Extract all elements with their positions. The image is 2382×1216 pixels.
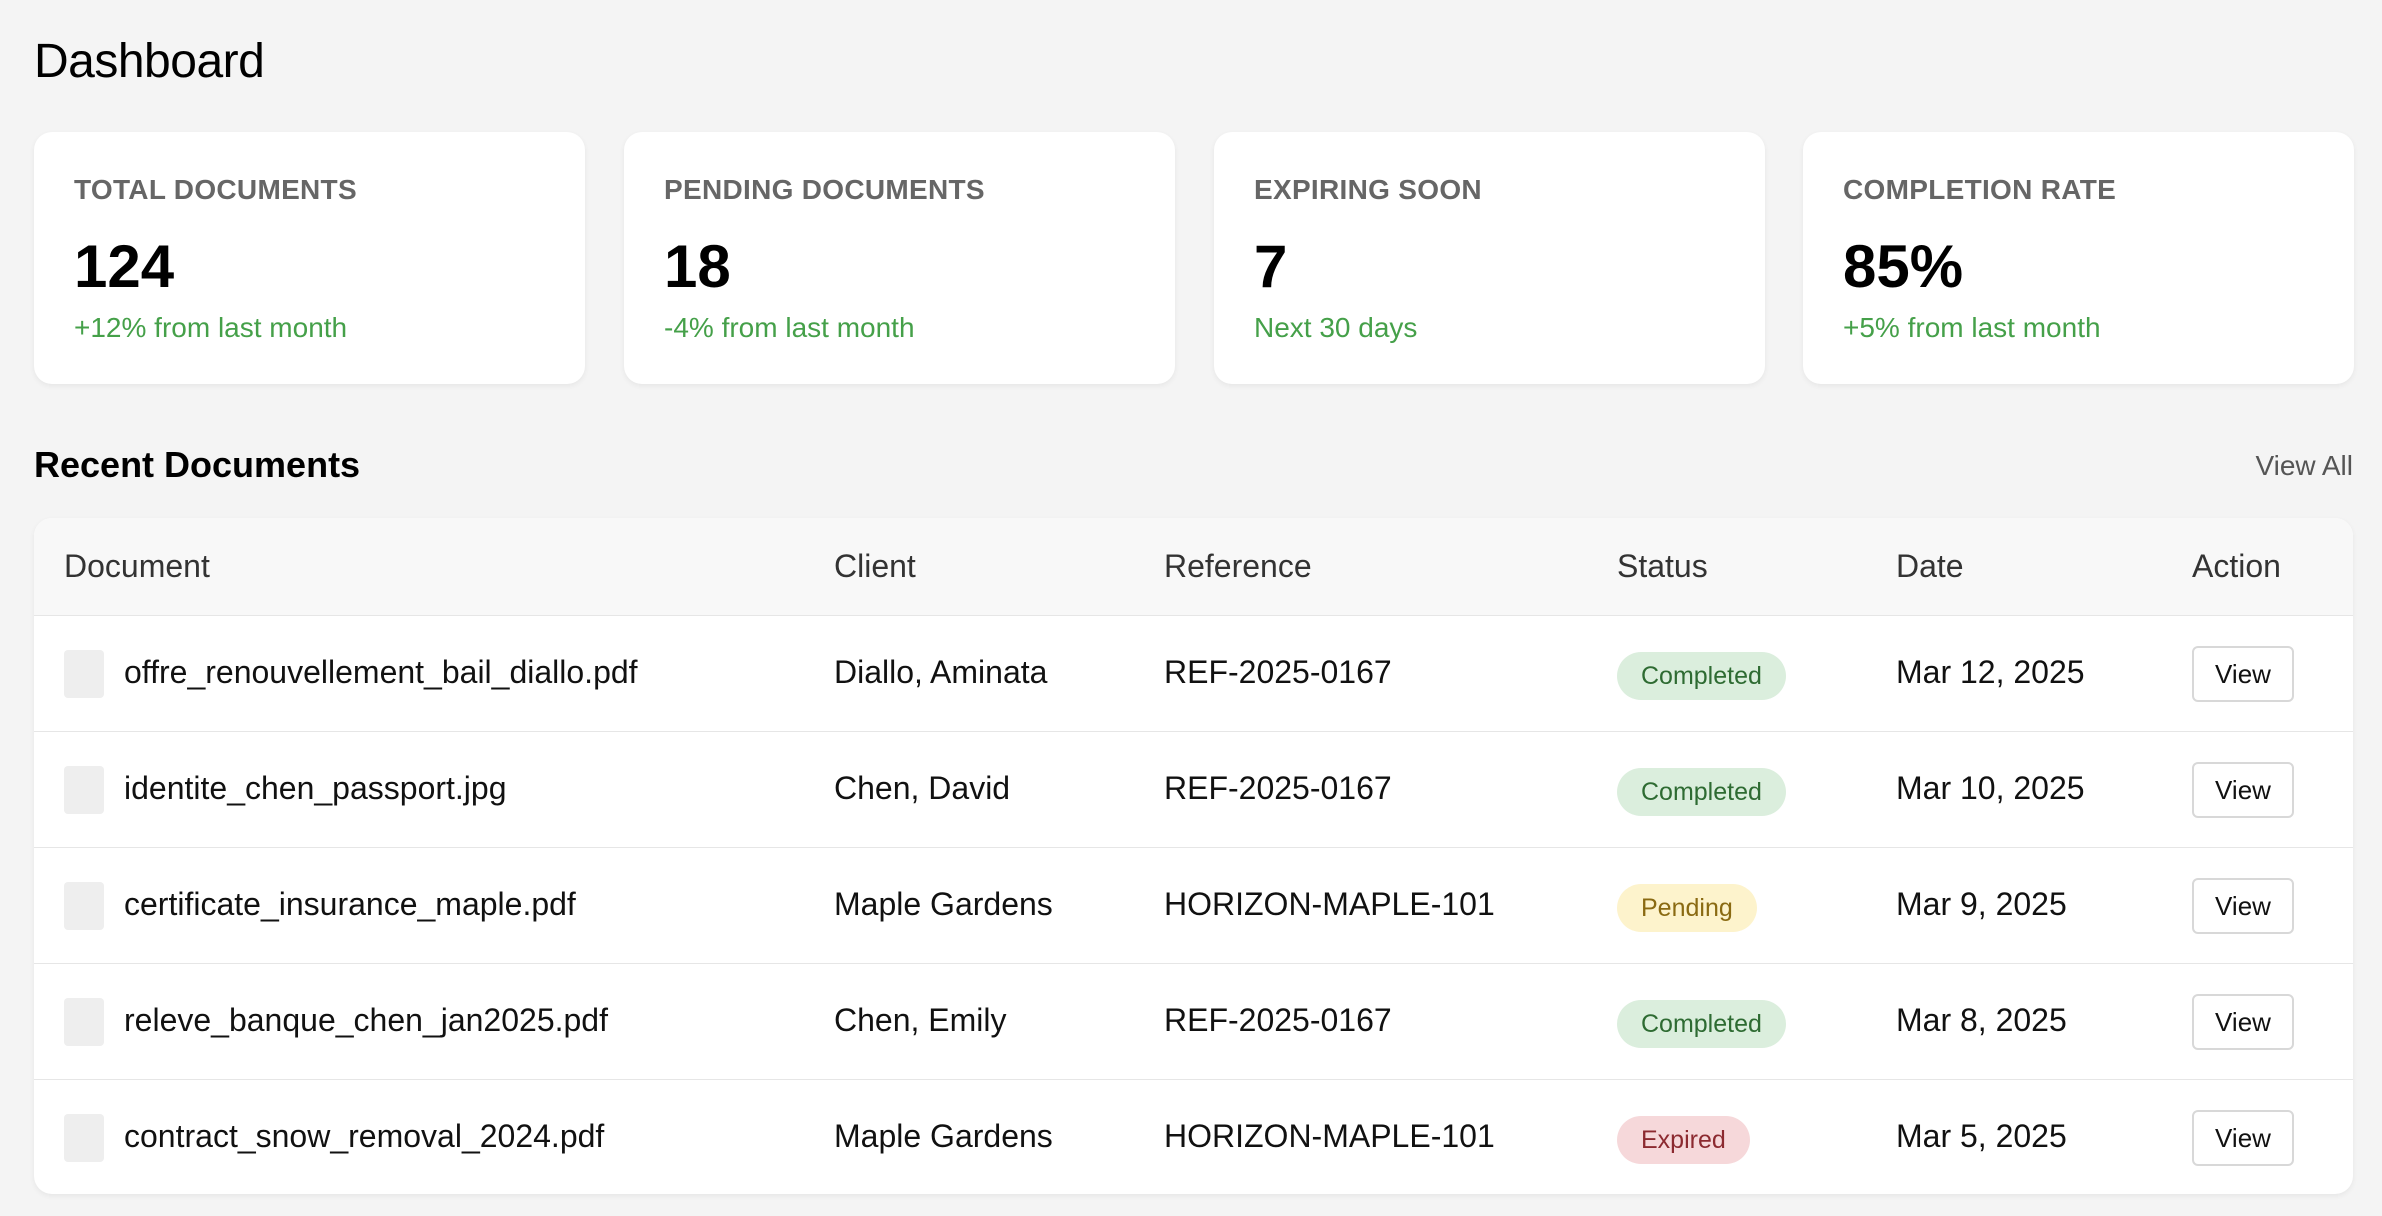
file-icon xyxy=(64,766,104,814)
status-badge: Completed xyxy=(1617,768,1786,816)
view-all-link[interactable]: View All xyxy=(2255,450,2353,482)
view-button[interactable]: View xyxy=(2192,646,2294,702)
reference-code: REF-2025-0167 xyxy=(1164,770,1392,806)
view-button[interactable]: View xyxy=(2192,878,2294,934)
reference-code: HORIZON-MAPLE-101 xyxy=(1164,886,1495,922)
document-name: contract_snow_removal_2024.pdf xyxy=(124,1118,605,1154)
stat-label: COMPLETION RATE xyxy=(1843,174,2117,205)
stat-change: -4% from last month xyxy=(664,312,915,343)
document-name: offre_renouvellement_bail_diallo.pdf xyxy=(124,654,638,690)
table-row: identite_chen_passport.jpg Chen, David R… xyxy=(34,732,2353,848)
view-button[interactable]: View xyxy=(2192,1110,2294,1166)
stat-label: TOTAL DOCUMENTS xyxy=(74,174,357,205)
file-icon xyxy=(64,882,104,930)
file-icon xyxy=(64,650,104,698)
document-name: identite_chen_passport.jpg xyxy=(124,770,507,806)
client-name: Chen, David xyxy=(834,770,1011,806)
table-header: Document Client Reference Status Date Ac… xyxy=(34,518,2353,616)
document-date: Mar 9, 2025 xyxy=(1896,886,2067,922)
stat-card-completion-rate: COMPLETION RATE 85% +5% from last month xyxy=(1803,132,2354,384)
view-button[interactable]: View xyxy=(2192,994,2294,1050)
column-header-date: Date xyxy=(1896,548,1964,584)
table-row: offre_renouvellement_bail_diallo.pdf Dia… xyxy=(34,616,2353,732)
recent-documents-title: Recent Documents xyxy=(34,444,361,485)
stat-value: 124 xyxy=(74,233,175,300)
column-header-reference: Reference xyxy=(1164,548,1312,584)
document-date: Mar 8, 2025 xyxy=(1896,1002,2067,1038)
column-header-document: Document xyxy=(64,548,210,584)
stat-label: PENDING DOCUMENTS xyxy=(664,174,985,205)
stat-value: 18 xyxy=(664,233,731,300)
stat-value: 85% xyxy=(1843,233,1964,300)
stat-change: +5% from last month xyxy=(1843,312,2101,343)
client-name: Maple Gardens xyxy=(834,886,1053,922)
column-header-client: Client xyxy=(834,548,916,584)
status-badge: Completed xyxy=(1617,652,1786,700)
table-row: releve_banque_chen_jan2025.pdf Chen, Emi… xyxy=(34,964,2353,1080)
status-badge: Pending xyxy=(1617,884,1757,932)
stat-card-expiring-soon: EXPIRING SOON 7 Next 30 days xyxy=(1214,132,1765,384)
status-badge: Completed xyxy=(1617,1000,1786,1048)
column-header-action: Action xyxy=(2192,548,2281,584)
stats-row: TOTAL DOCUMENTS 124 +12% from last month… xyxy=(34,132,2354,384)
stat-change: +12% from last month xyxy=(74,312,348,343)
document-date: Mar 5, 2025 xyxy=(1896,1118,2067,1154)
document-name: certificate_insurance_maple.pdf xyxy=(124,886,576,922)
file-icon xyxy=(64,1114,104,1162)
table-row: certificate_insurance_maple.pdf Maple Ga… xyxy=(34,848,2353,964)
recent-documents-table: Document Client Reference Status Date Ac… xyxy=(34,518,2353,1194)
client-name: Maple Gardens xyxy=(834,1118,1053,1154)
document-date: Mar 12, 2025 xyxy=(1896,654,2085,690)
stat-label: EXPIRING SOON xyxy=(1254,174,1482,205)
client-name: Diallo, Aminata xyxy=(834,654,1048,690)
page-title: Dashboard xyxy=(34,35,265,88)
client-name: Chen, Emily xyxy=(834,1002,1007,1038)
table-row: contract_snow_removal_2024.pdf Maple Gar… xyxy=(34,1080,2353,1194)
reference-code: REF-2025-0167 xyxy=(1164,1002,1392,1038)
stat-card-pending-documents: PENDING DOCUMENTS 18 -4% from last month xyxy=(624,132,1175,384)
reference-code: HORIZON-MAPLE-101 xyxy=(1164,1118,1495,1154)
view-button[interactable]: View xyxy=(2192,762,2294,818)
stat-value: 7 xyxy=(1254,233,1288,300)
column-header-status: Status xyxy=(1617,548,1708,584)
stat-card-total-documents: TOTAL DOCUMENTS 124 +12% from last month xyxy=(34,132,585,384)
reference-code: REF-2025-0167 xyxy=(1164,654,1392,690)
document-date: Mar 10, 2025 xyxy=(1896,770,2085,806)
stat-change: Next 30 days xyxy=(1254,312,1418,343)
document-name: releve_banque_chen_jan2025.pdf xyxy=(124,1002,608,1038)
status-badge: Expired xyxy=(1617,1116,1750,1164)
file-icon xyxy=(64,998,104,1046)
